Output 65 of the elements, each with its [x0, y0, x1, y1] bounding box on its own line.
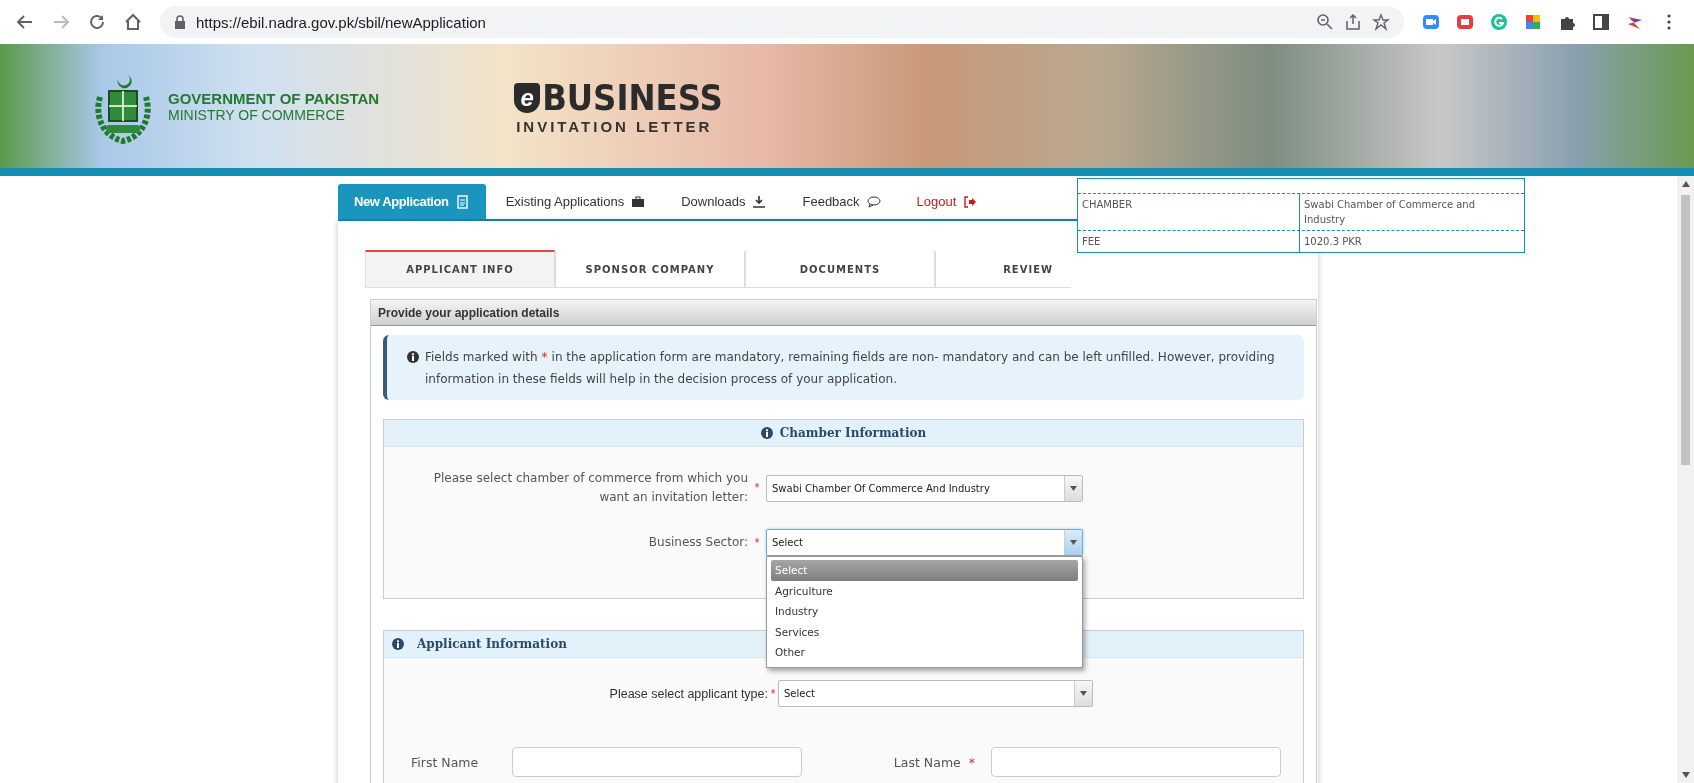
speech-bubble-icon — [866, 194, 881, 209]
scrollbar[interactable] — [1677, 176, 1694, 783]
required-mark: * — [753, 481, 761, 495]
step-tab[interactable]: SPONSOR COMPANY — [555, 250, 745, 288]
dropdown-option[interactable]: Services — [771, 621, 1078, 642]
summary-value: 1020.3 PKR — [1299, 231, 1524, 252]
select-field[interactable]: Select — [766, 529, 1083, 556]
reload-icon[interactable] — [88, 13, 106, 31]
logo-title: BUSINESS — [542, 77, 723, 118]
notice-text: Fields marked with * in the application form are mandatory, remaining fields are non- mandatory and can be left unfilled. However, providing information in these fields will help in the decision process of your application. — [425, 349, 1276, 388]
government-title: GOVERNMENT OF PAKISTAN — [168, 89, 380, 107]
field-label: Last Name * — [892, 754, 976, 770]
step-tab[interactable]: APPLICANT INFO — [365, 250, 555, 288]
scrollbar-thumb[interactable] — [1681, 195, 1690, 465]
side-panel-icon[interactable] — [1592, 13, 1610, 31]
summary-label: FEE — [1081, 235, 1102, 249]
document-icon — [455, 194, 470, 209]
section-title: Chamber Information — [779, 426, 927, 440]
caret-icon — [1080, 691, 1087, 696]
input-field[interactable] — [991, 747, 1281, 777]
caret-icon — [1070, 485, 1077, 491]
ministry-title: MINISTRY OF COMMERCE — [168, 106, 346, 123]
required-mark: * — [769, 686, 777, 701]
star-icon[interactable] — [1372, 13, 1390, 31]
info-icon — [407, 351, 419, 363]
field-label: First Name — [410, 754, 480, 770]
section-title: Applicant Information — [417, 637, 567, 651]
lock-icon — [174, 15, 186, 29]
select-field[interactable]: Select — [778, 680, 1093, 707]
scroll-up-icon[interactable] — [1681, 181, 1690, 187]
required-mark: * — [753, 535, 761, 550]
caret-icon — [1070, 540, 1077, 545]
info-icon — [392, 638, 404, 650]
nav-tab[interactable]: Feedback — [786, 184, 897, 219]
sign-out-icon — [963, 194, 978, 209]
nav-tab[interactable]: Logout — [900, 184, 994, 219]
home-icon[interactable] — [124, 13, 142, 31]
panel-title: Provide your application details — [371, 300, 1316, 326]
field-label: Please select applicant type: — [608, 686, 768, 701]
field-label: Business Sector: — [648, 534, 748, 551]
shield-logo: e — [514, 82, 541, 113]
nav-tab[interactable]: Existing Applications — [489, 184, 662, 219]
step-tab[interactable]: DOCUMENTS — [745, 250, 935, 288]
download-icon — [752, 194, 767, 209]
back-arrow-icon[interactable] — [16, 13, 34, 31]
dropdown-option[interactable]: Industry — [771, 601, 1078, 622]
input-field[interactable] — [512, 747, 802, 777]
dropdown-option[interactable]: Other — [771, 642, 1078, 663]
color-squares-icon[interactable] — [1524, 13, 1542, 31]
video-camera-icon[interactable] — [1422, 13, 1440, 31]
field-label: Please select chamber of commerce from which you want an invitation letter: — [432, 470, 748, 506]
step-tab[interactable]: REVIEW — [935, 250, 1071, 288]
select-field[interactable]: Swabi Chamber Of Commerce And Industry — [766, 474, 1083, 502]
zoom-icon[interactable] — [1316, 13, 1334, 31]
share-icon[interactable] — [1344, 13, 1362, 31]
summary-label: CHAMBER — [1081, 198, 1134, 212]
dropdown-option[interactable]: Agriculture — [771, 580, 1078, 601]
address-bar[interactable]: https://ebil.nadra.gov.pk/sbil/newApplication — [160, 6, 1404, 38]
badge-icon[interactable] — [1456, 13, 1474, 31]
nav-tab[interactable]: Downloads — [665, 184, 783, 219]
scroll-down-icon[interactable] — [1681, 772, 1690, 778]
logo-subtitle: INVITATION LETTER — [516, 118, 714, 135]
info-icon — [760, 427, 773, 439]
summary-value: Swabi Chamber of Commerce and Industry — [1299, 194, 1524, 230]
briefcase-icon — [631, 194, 646, 209]
